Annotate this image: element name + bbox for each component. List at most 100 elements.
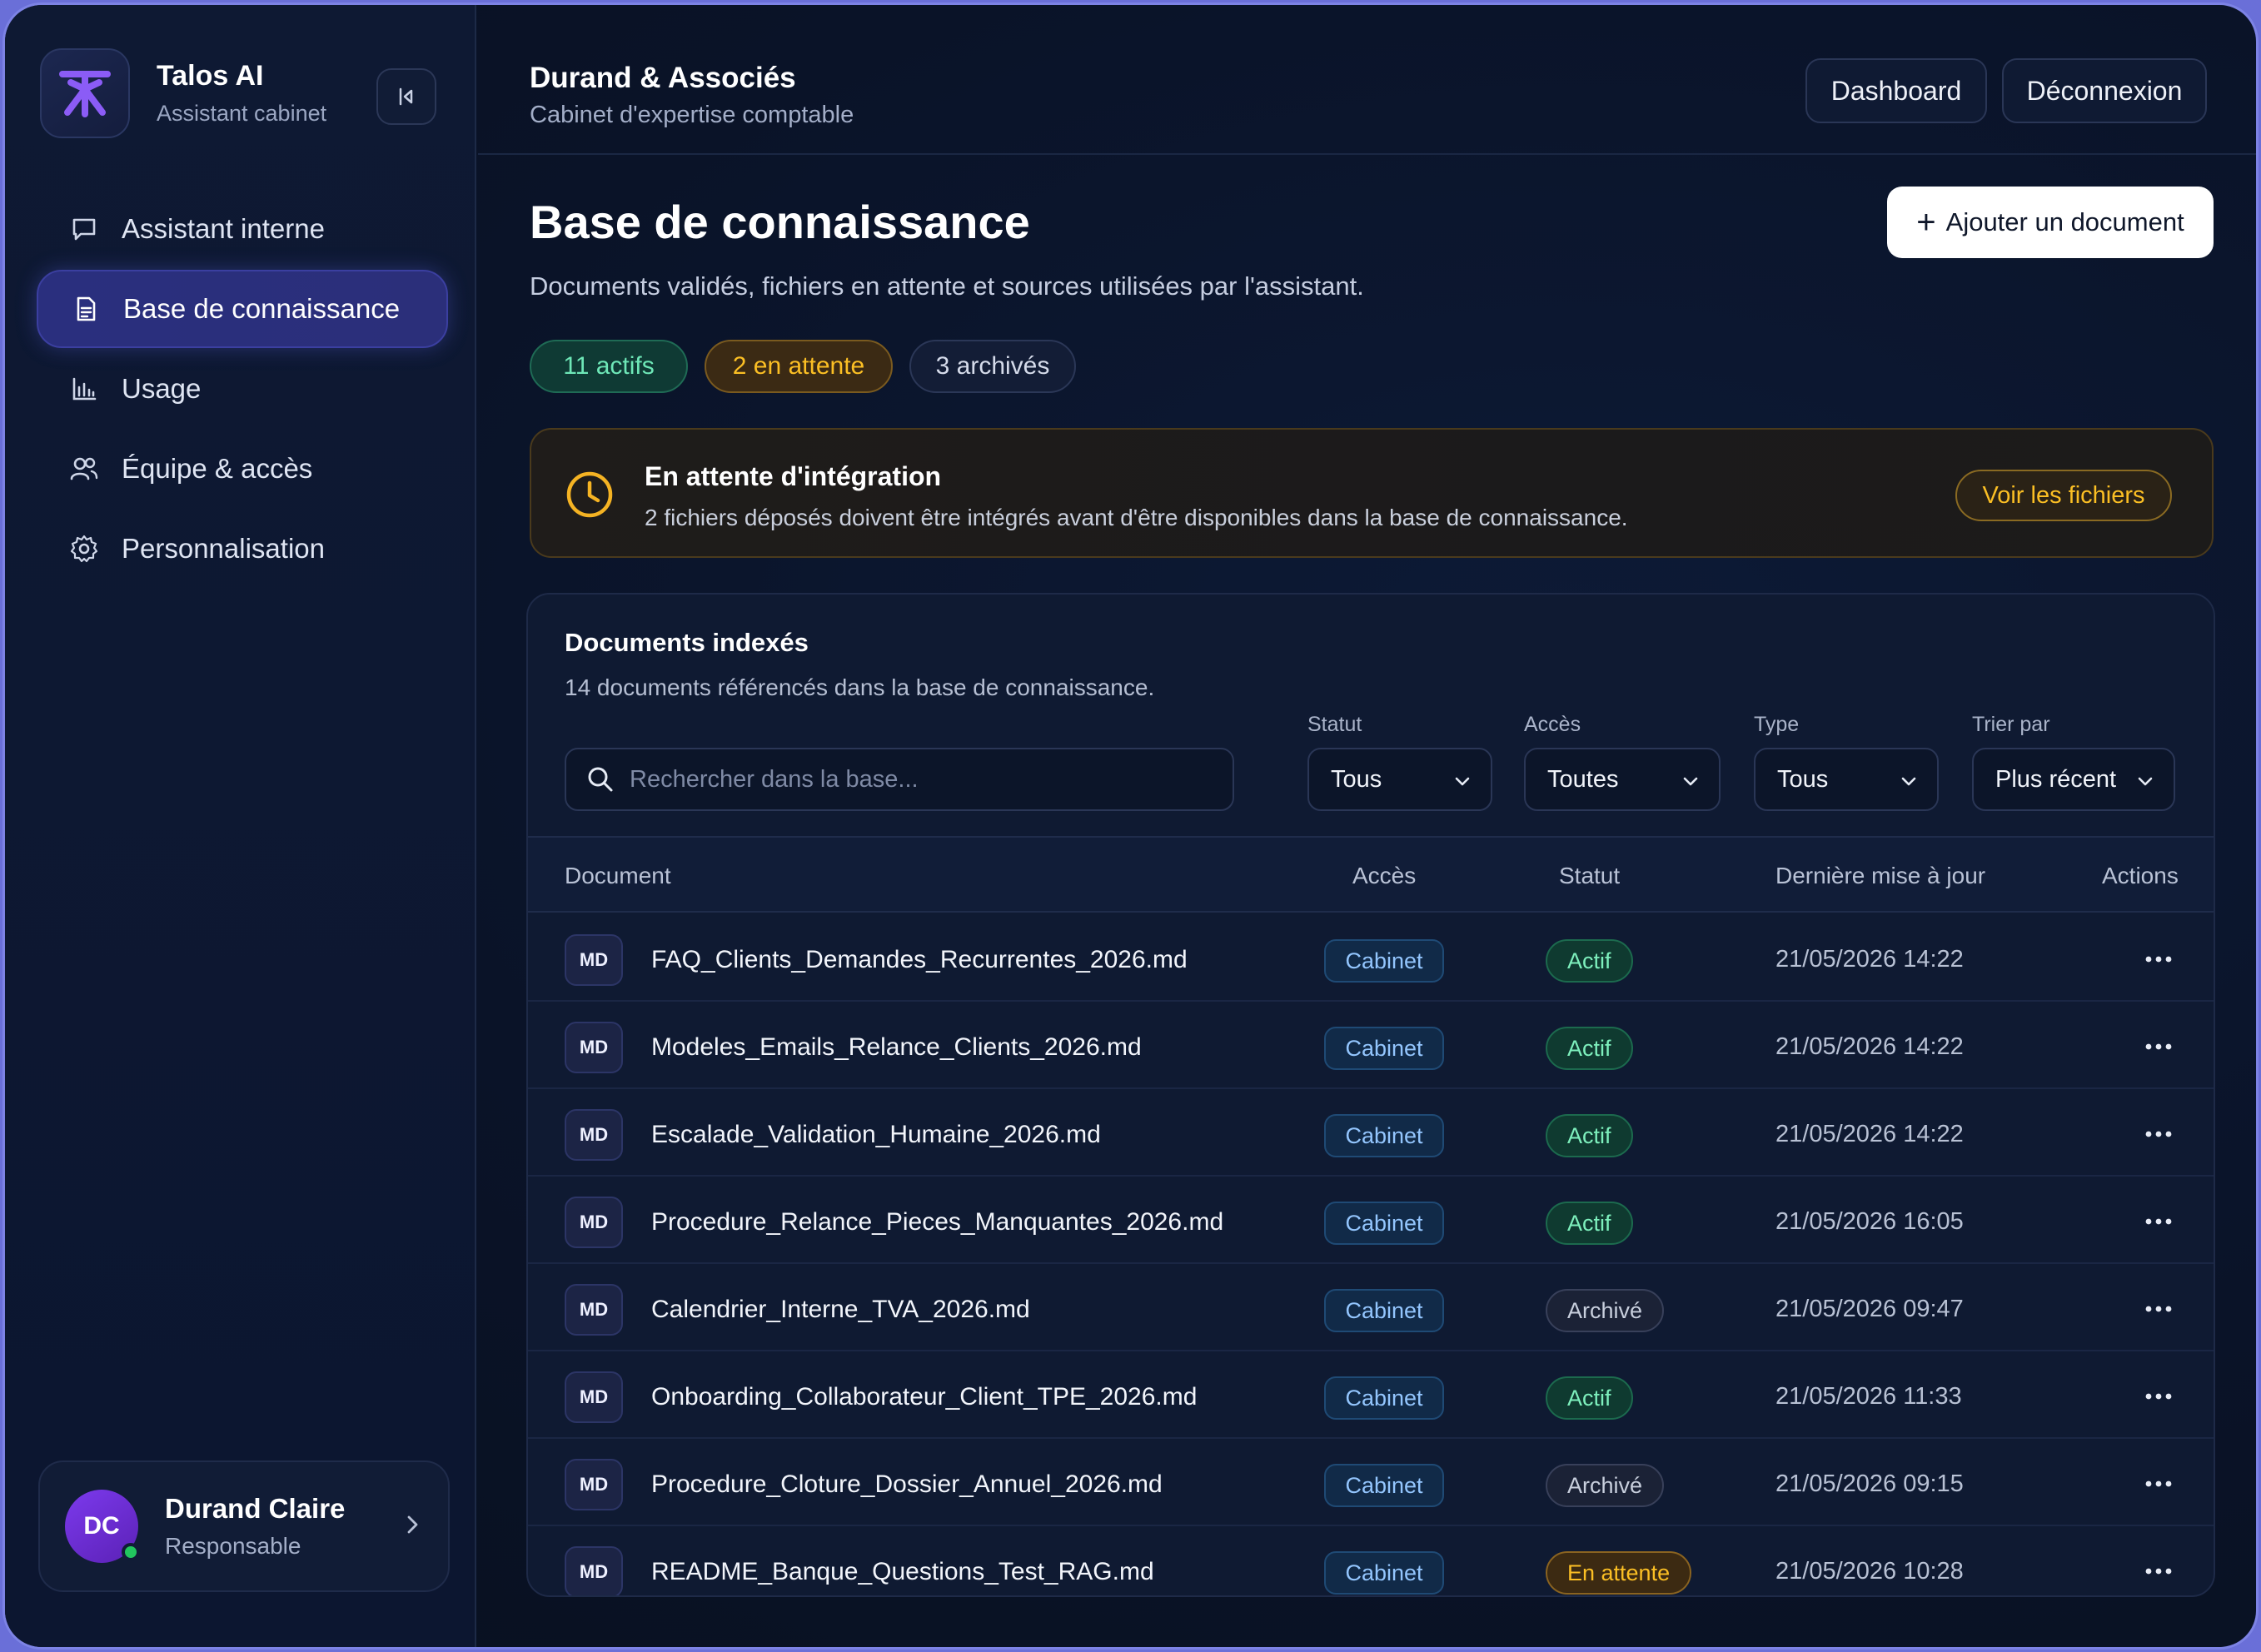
avatar: DC bbox=[65, 1490, 140, 1563]
last-updated: 21/05/2026 16:05 bbox=[1775, 1208, 1964, 1235]
status-badge: Actif bbox=[1546, 1027, 1633, 1070]
filter-pill-pending[interactable]: 2 en attente bbox=[705, 340, 893, 393]
chevron-down-icon bbox=[2138, 777, 2153, 786]
last-updated: 21/05/2026 09:15 bbox=[1775, 1470, 1964, 1497]
document-name[interactable]: Onboarding_Collaborateur_Client_TPE_2026… bbox=[651, 1383, 1197, 1411]
document-name[interactable]: FAQ_Clients_Demandes_Recurrentes_2026.md bbox=[651, 946, 1188, 974]
collapse-sidebar-button[interactable] bbox=[376, 68, 436, 125]
more-horizontal-icon bbox=[2145, 1218, 2172, 1225]
more-horizontal-icon bbox=[2145, 956, 2172, 963]
row-actions-button[interactable] bbox=[2135, 1548, 2182, 1595]
last-updated: 21/05/2026 14:22 bbox=[1775, 1121, 1964, 1147]
sidebar-item-label: Base de connaissance bbox=[123, 293, 401, 324]
gear-icon bbox=[68, 533, 100, 565]
table-row[interactable]: MD Modeles_Emails_Relance_Clients_2026.md… bbox=[528, 1002, 2214, 1089]
sidebar-item-customization[interactable]: Personnalisation bbox=[37, 510, 448, 588]
last-updated: 21/05/2026 14:22 bbox=[1775, 1033, 1964, 1060]
clock-icon bbox=[565, 470, 615, 524]
row-actions-button[interactable] bbox=[2135, 936, 2182, 983]
row-actions-button[interactable] bbox=[2135, 1460, 2182, 1507]
sidebar-item-usage[interactable]: Usage bbox=[37, 350, 448, 428]
file-type-badge: MD bbox=[565, 1546, 623, 1595]
column-header-document[interactable]: Document bbox=[565, 863, 671, 889]
sort-select[interactable]: Plus récent bbox=[1972, 748, 2175, 811]
add-document-button[interactable]: + Ajouter un document bbox=[1887, 187, 2214, 258]
column-header-access[interactable]: Accès bbox=[1352, 863, 1416, 889]
table-row[interactable]: MD FAQ_Clients_Demandes_Recurrentes_2026.… bbox=[528, 914, 2214, 1002]
type-filter-value: Tous bbox=[1777, 765, 1829, 793]
brand-name: Talos AI bbox=[157, 60, 264, 92]
sidebar-item-team-access[interactable]: Équipe & accès bbox=[37, 430, 448, 508]
file-type-badge: MD bbox=[565, 1371, 623, 1423]
row-actions-button[interactable] bbox=[2135, 1023, 2182, 1070]
status-badge: Archivé bbox=[1546, 1464, 1665, 1507]
firm-subtitle: Cabinet d'expertise comptable bbox=[530, 102, 854, 128]
search-input[interactable] bbox=[630, 765, 1196, 794]
talos-logo-icon[interactable] bbox=[40, 48, 130, 138]
row-actions-button[interactable] bbox=[2135, 1198, 2182, 1245]
document-name[interactable]: Calendrier_Interne_TVA_2026.md bbox=[651, 1296, 1030, 1324]
user-card[interactable]: DC Durand Claire Responsable bbox=[38, 1460, 450, 1592]
type-filter-select[interactable]: Tous bbox=[1754, 748, 1939, 811]
card-subtitle: 14 documents référencés dans la base de … bbox=[565, 674, 1155, 700]
row-actions-button[interactable] bbox=[2135, 1286, 2182, 1332]
collapse-icon bbox=[399, 87, 413, 106]
column-header-actions: Actions bbox=[2102, 863, 2179, 888]
sidebar-item-label: Usage bbox=[122, 373, 202, 404]
access-badge: Cabinet bbox=[1324, 1376, 1444, 1420]
document-name[interactable]: Escalade_Validation_Humaine_2026.md bbox=[651, 1121, 1101, 1149]
chevron-down-icon bbox=[1455, 777, 1470, 786]
table-row[interactable]: MD README_Banque_Questions_Test_RAG.md Cab… bbox=[528, 1526, 2214, 1595]
table-row[interactable]: MD Escalade_Validation_Humaine_2026.md Cab… bbox=[528, 1089, 2214, 1177]
access-filter-select[interactable]: Toutes bbox=[1524, 748, 1721, 811]
row-actions-button[interactable] bbox=[2135, 1373, 2182, 1420]
banner-text: 2 fichiers déposés doivent être intégrés… bbox=[645, 505, 1628, 530]
document-name[interactable]: Procedure_Cloture_Dossier_Annuel_2026.md bbox=[651, 1470, 1163, 1499]
last-updated: 21/05/2026 09:47 bbox=[1775, 1296, 1964, 1322]
card-title: Documents indexés bbox=[565, 628, 809, 657]
file-type-badge: MD bbox=[565, 934, 623, 986]
dashboard-button[interactable]: Dashboard bbox=[1805, 58, 1987, 123]
document-name[interactable]: Procedure_Relance_Pieces_Manquantes_2026… bbox=[651, 1208, 1223, 1237]
filter-pill-archived[interactable]: 3 archivés bbox=[909, 340, 1076, 393]
access-badge: Cabinet bbox=[1324, 1289, 1444, 1332]
document-name[interactable]: README_Banque_Questions_Test_RAG.md bbox=[651, 1558, 1154, 1586]
sidebar-item-assistant[interactable]: Assistant interne bbox=[37, 190, 448, 268]
view-files-button[interactable]: Voir les fichiers bbox=[1955, 470, 2172, 521]
file-type-badge: MD bbox=[565, 1459, 623, 1510]
access-badge: Cabinet bbox=[1324, 1202, 1444, 1245]
access-badge: Cabinet bbox=[1324, 1114, 1444, 1157]
column-header-status[interactable]: Statut bbox=[1559, 863, 1620, 889]
row-actions-button[interactable] bbox=[2135, 1111, 2182, 1157]
filter-pill-active[interactable]: 11 actifs bbox=[530, 340, 688, 393]
sidebar-item-knowledge-base[interactable]: Base de connaissance bbox=[37, 270, 448, 348]
online-status-icon bbox=[122, 1543, 140, 1561]
status-badge: Actif bbox=[1546, 1202, 1633, 1245]
table-row[interactable]: MD Procedure_Relance_Pieces_Manquantes_20… bbox=[528, 1177, 2214, 1264]
logout-button[interactable]: Déconnexion bbox=[2002, 58, 2207, 123]
sort-value: Plus récent bbox=[1995, 765, 2117, 793]
status-filter-select[interactable]: Tous bbox=[1307, 748, 1492, 811]
document-name[interactable]: Modeles_Emails_Relance_Clients_2026.md bbox=[651, 1033, 1142, 1062]
sidebar-nav: Assistant interne Base de connaissance U… bbox=[37, 190, 448, 590]
access-filter-value: Toutes bbox=[1547, 765, 1619, 793]
add-document-label: Ajouter un document bbox=[1945, 207, 2184, 236]
avatar-initials: DC bbox=[83, 1512, 120, 1540]
status-filter-label: Statut bbox=[1307, 713, 1362, 736]
status-badge: Actif bbox=[1546, 939, 1633, 983]
file-type-badge: MD bbox=[565, 1022, 623, 1073]
column-header-updated[interactable]: Dernière mise à jour bbox=[1775, 863, 1985, 889]
table-row[interactable]: MD Procedure_Cloture_Dossier_Annuel_2026.… bbox=[528, 1439, 2214, 1526]
sidebar-item-label: Personnalisation bbox=[122, 533, 325, 564]
more-horizontal-icon bbox=[2145, 1568, 2172, 1575]
sidebar-item-label: Équipe & accès bbox=[122, 453, 313, 484]
sort-filter-label: Trier par bbox=[1972, 713, 2050, 736]
table-row[interactable]: MD Calendrier_Interne_TVA_2026.md Cabinet A… bbox=[528, 1264, 2214, 1351]
search-field[interactable] bbox=[565, 748, 1234, 811]
more-horizontal-icon bbox=[2145, 1043, 2172, 1050]
status-badge: Actif bbox=[1546, 1376, 1633, 1420]
more-horizontal-icon bbox=[2145, 1131, 2172, 1137]
table-row[interactable]: MD Onboarding_Collaborateur_Client_TPE_20… bbox=[528, 1351, 2214, 1439]
firm-name: Durand & Associés bbox=[530, 62, 796, 94]
users-icon bbox=[68, 453, 100, 485]
